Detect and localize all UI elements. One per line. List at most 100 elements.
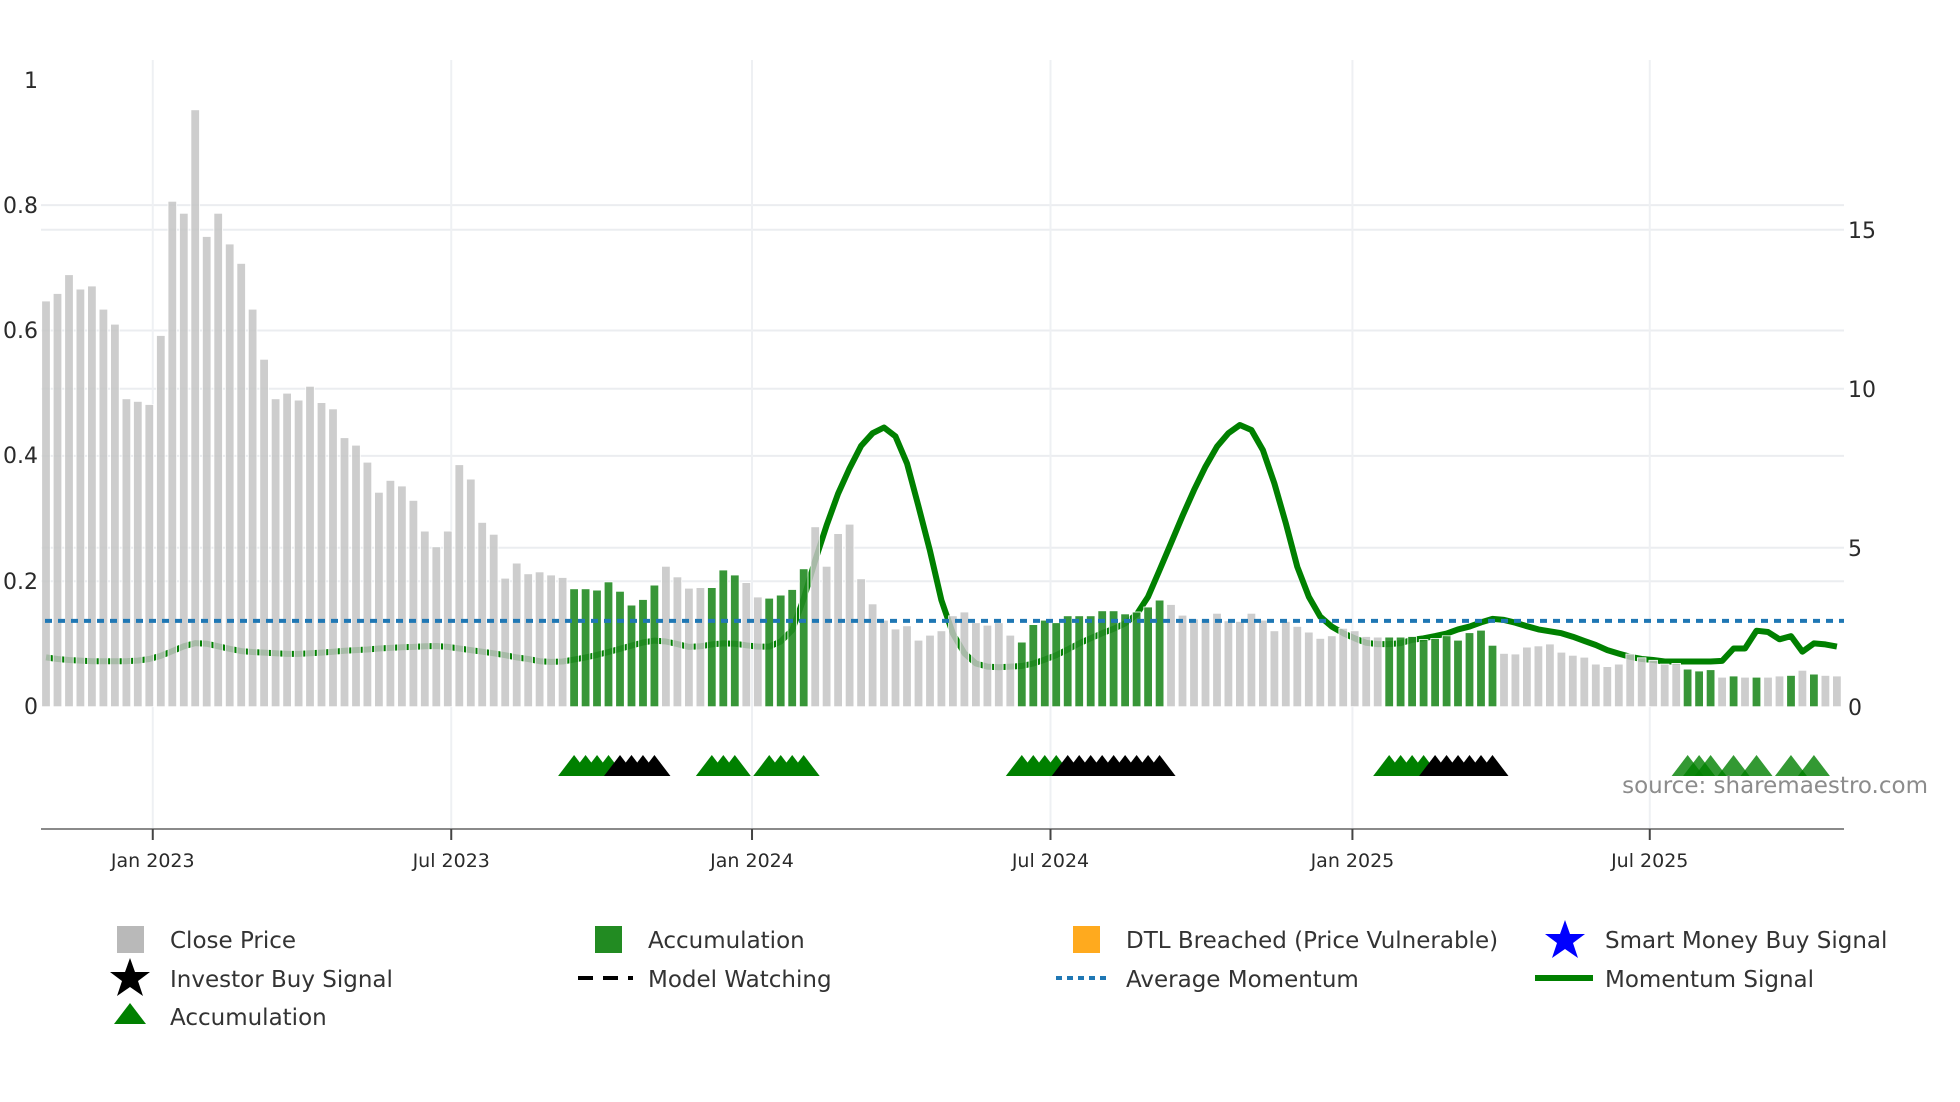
close-price-bar	[1189, 618, 1199, 708]
close-price-bar	[179, 212, 189, 708]
close-price-bar	[546, 574, 556, 708]
close-price-bar	[454, 464, 465, 708]
accumulation-bar	[1017, 641, 1027, 708]
close-price-bar	[1350, 630, 1360, 708]
accumulation-bar	[1751, 676, 1762, 708]
close-price-bar	[1763, 676, 1773, 708]
close-price-bar	[994, 622, 1004, 708]
accumulation-bar	[1418, 639, 1429, 708]
close-price-bar	[1579, 656, 1590, 708]
close-price-bar	[1832, 675, 1842, 708]
black-star-icon	[110, 958, 150, 996]
x-tick-label: Jan 2025	[1310, 850, 1395, 872]
y-right-tick-label: 5	[1848, 537, 1862, 562]
accumulation-bar	[1097, 610, 1107, 708]
y-right-tick-label: 0	[1848, 696, 1862, 721]
close-price-bar	[374, 491, 384, 708]
close-price-bar	[1223, 620, 1234, 708]
close-price-bar	[1614, 663, 1624, 708]
legend-item-average-momentum[interactable]: Average Momentum	[1056, 967, 1359, 993]
close-price-bar	[971, 622, 981, 708]
accumulation-bar	[1464, 632, 1475, 708]
legend-label: Accumulation	[170, 1005, 327, 1031]
close-price-bar	[1591, 663, 1601, 708]
x-tick-label: Jan 2024	[709, 850, 794, 872]
accumulation-bar	[1154, 599, 1165, 708]
legend-item-accumulation-triangle[interactable]: Accumulation	[114, 1003, 327, 1031]
close-price-bar	[133, 400, 143, 708]
close-price-bar	[936, 630, 947, 708]
close-price-bar	[144, 404, 155, 708]
close-price-bar	[1258, 619, 1268, 708]
close-price-bar	[1281, 621, 1291, 708]
close-price-bar	[959, 611, 970, 708]
close-price-bar	[1510, 653, 1521, 708]
close-price-bar	[247, 308, 258, 708]
close-price-bar	[879, 619, 889, 708]
accumulation-bar	[1063, 615, 1073, 708]
x-tick-label: Jul 2023	[412, 850, 490, 872]
close-price-bar	[259, 358, 269, 708]
close-price-bar	[1568, 654, 1578, 708]
accumulation-bar	[1407, 636, 1417, 708]
close-price-bar	[925, 634, 935, 708]
accumulation-bar	[1476, 629, 1486, 708]
close-price-bar	[213, 212, 223, 708]
legend-item-smart-money-buy[interactable]: Smart Money Buy Signal	[1545, 920, 1887, 958]
close-price-bar	[328, 408, 338, 708]
accumulation-bar	[787, 589, 797, 708]
close-price-bar	[1648, 659, 1658, 708]
accumulation-bar	[764, 597, 774, 708]
legend-item-close-price[interactable]: Close Price	[117, 926, 296, 954]
close-price-bar	[41, 300, 51, 708]
accumulation-bar	[1705, 669, 1716, 708]
close-price-bar	[672, 576, 683, 708]
accumulation-bar	[1430, 638, 1440, 708]
close-price-bar	[557, 577, 568, 708]
close-price-bar	[890, 628, 901, 708]
accumulation-bar	[592, 589, 602, 708]
dtl-breached-swatch-icon	[1073, 926, 1100, 953]
legend-item-accumulation-bar[interactable]: Accumulation	[595, 926, 805, 954]
y-left-tick-label: 0.8	[3, 194, 38, 219]
x-tick-label: Jan 2023	[110, 850, 195, 872]
close-price-bar	[1315, 638, 1326, 708]
legend-item-investor-buy[interactable]: Investor Buy Signal	[110, 958, 393, 996]
accumulation-bar	[580, 588, 591, 708]
y-left-tick-label: 1	[24, 69, 38, 94]
legend-item-momentum-signal[interactable]: Momentum Signal	[1535, 967, 1814, 993]
close-price-bar	[948, 615, 958, 708]
accumulation-bar	[1682, 668, 1693, 708]
close-price-bar	[913, 639, 924, 708]
legend-label: Model Watching	[648, 967, 832, 993]
y-left-tick-label: 0.2	[3, 570, 38, 595]
accumulation-bar	[1086, 615, 1096, 708]
legend-item-model-watching[interactable]: Model Watching	[578, 967, 832, 993]
close-price-bar	[902, 625, 912, 708]
close-price-bar	[512, 562, 522, 708]
close-price-bar	[1235, 621, 1245, 708]
close-price-bar	[534, 571, 545, 708]
close-price-bar	[224, 243, 235, 708]
close-price-bar	[351, 444, 361, 708]
close-price-bar	[1269, 630, 1280, 708]
close-price-bar	[201, 236, 212, 708]
close-price-bar	[1774, 675, 1785, 708]
y-left-tick-label: 0.6	[3, 319, 38, 344]
close-price-bar	[339, 437, 350, 708]
close-price-bar	[190, 109, 200, 708]
close-price-bar	[821, 565, 832, 708]
close-price-bar	[282, 392, 292, 708]
legend-item-dtl-breached[interactable]: DTL Breached (Price Vulnerable)	[1073, 926, 1498, 954]
accumulation-bar	[1487, 644, 1498, 708]
close-price-bar	[1625, 653, 1635, 708]
close-price-bar	[1660, 663, 1670, 708]
close-price-bar	[1292, 626, 1303, 708]
close-price-bar	[1499, 653, 1509, 708]
source-label: source: sharemaestro.com	[1622, 773, 1928, 799]
accumulation-bar	[1074, 615, 1084, 708]
close-price-bar	[305, 385, 315, 708]
legend-label: Average Momentum	[1126, 967, 1359, 993]
y-left-tick-label: 0.4	[3, 444, 38, 469]
close-price-bar	[98, 308, 109, 708]
